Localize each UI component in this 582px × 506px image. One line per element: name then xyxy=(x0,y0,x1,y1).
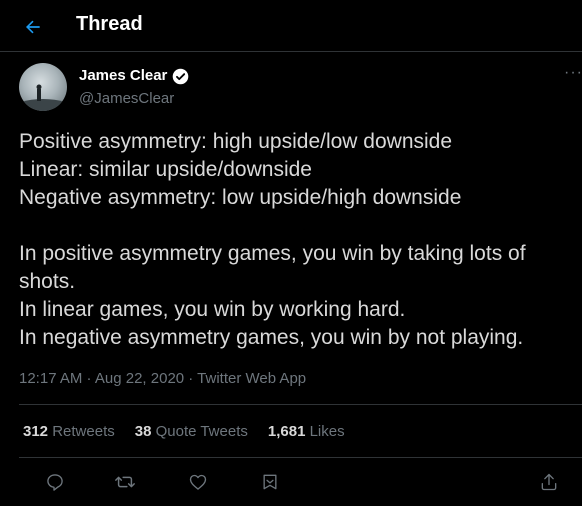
avatar-image xyxy=(19,84,67,111)
bookmark-icon xyxy=(260,472,280,492)
tweet-line: In negative asymmetry games, you win by … xyxy=(19,326,524,349)
tweet-line: shots. xyxy=(19,270,76,293)
action-bar xyxy=(0,466,582,498)
like-button[interactable] xyxy=(186,470,210,494)
retweets-label: Retweets xyxy=(52,423,115,440)
likes-count: 1,681 xyxy=(267,423,306,440)
quote-tweets-stat[interactable]: 38 Quote Tweets xyxy=(135,423,248,440)
engagement-stats: 312 Retweets 38 Quote Tweets 1,681 Likes xyxy=(23,423,345,440)
author-name[interactable]: James Clear xyxy=(79,67,167,84)
divider xyxy=(19,404,582,405)
back-button[interactable] xyxy=(18,12,48,42)
thread-header: Thread xyxy=(0,0,582,52)
retweet-icon xyxy=(114,471,136,493)
likes-label: Likes xyxy=(309,423,345,440)
share-button[interactable] xyxy=(537,470,561,494)
arrow-left-icon xyxy=(23,17,43,37)
page-title: Thread xyxy=(76,13,143,35)
divider xyxy=(19,457,582,458)
author-handle[interactable]: @JamesClear xyxy=(79,90,174,107)
tweet-line: Linear: similar upside/downside xyxy=(19,158,312,181)
retweet-button[interactable] xyxy=(113,470,137,494)
reply-button[interactable] xyxy=(43,470,67,494)
retweets-stat[interactable]: 312 Retweets xyxy=(23,423,115,440)
bookmark-button[interactable] xyxy=(258,470,282,494)
tweet-line: Negative asymmetry: low upside/high down… xyxy=(19,186,462,209)
reply-icon xyxy=(45,472,65,492)
more-horizontal-icon[interactable]: ··· xyxy=(564,64,582,82)
quote-tweets-label: Quote Tweets xyxy=(155,423,248,440)
tweet-timestamp[interactable]: 12:17 AM · Aug 22, 2020 · Twitter Web Ap… xyxy=(19,370,306,387)
tweet-line: Positive asymmetry: high upside/low down… xyxy=(19,130,453,153)
avatar[interactable] xyxy=(19,63,67,111)
tweet-line: In positive asymmetry games, you win by … xyxy=(19,242,526,265)
like-icon xyxy=(188,472,208,492)
tweet-text: Positive asymmetry: high upside/low down… xyxy=(19,128,569,352)
quote-tweets-count: 38 xyxy=(134,423,152,440)
likes-stat[interactable]: 1,681 Likes xyxy=(268,423,345,440)
tweet-line: In linear games, you win by working hard… xyxy=(19,298,406,321)
share-icon xyxy=(539,472,559,492)
retweets-count: 312 xyxy=(23,423,49,440)
verified-badge-icon xyxy=(172,68,189,85)
